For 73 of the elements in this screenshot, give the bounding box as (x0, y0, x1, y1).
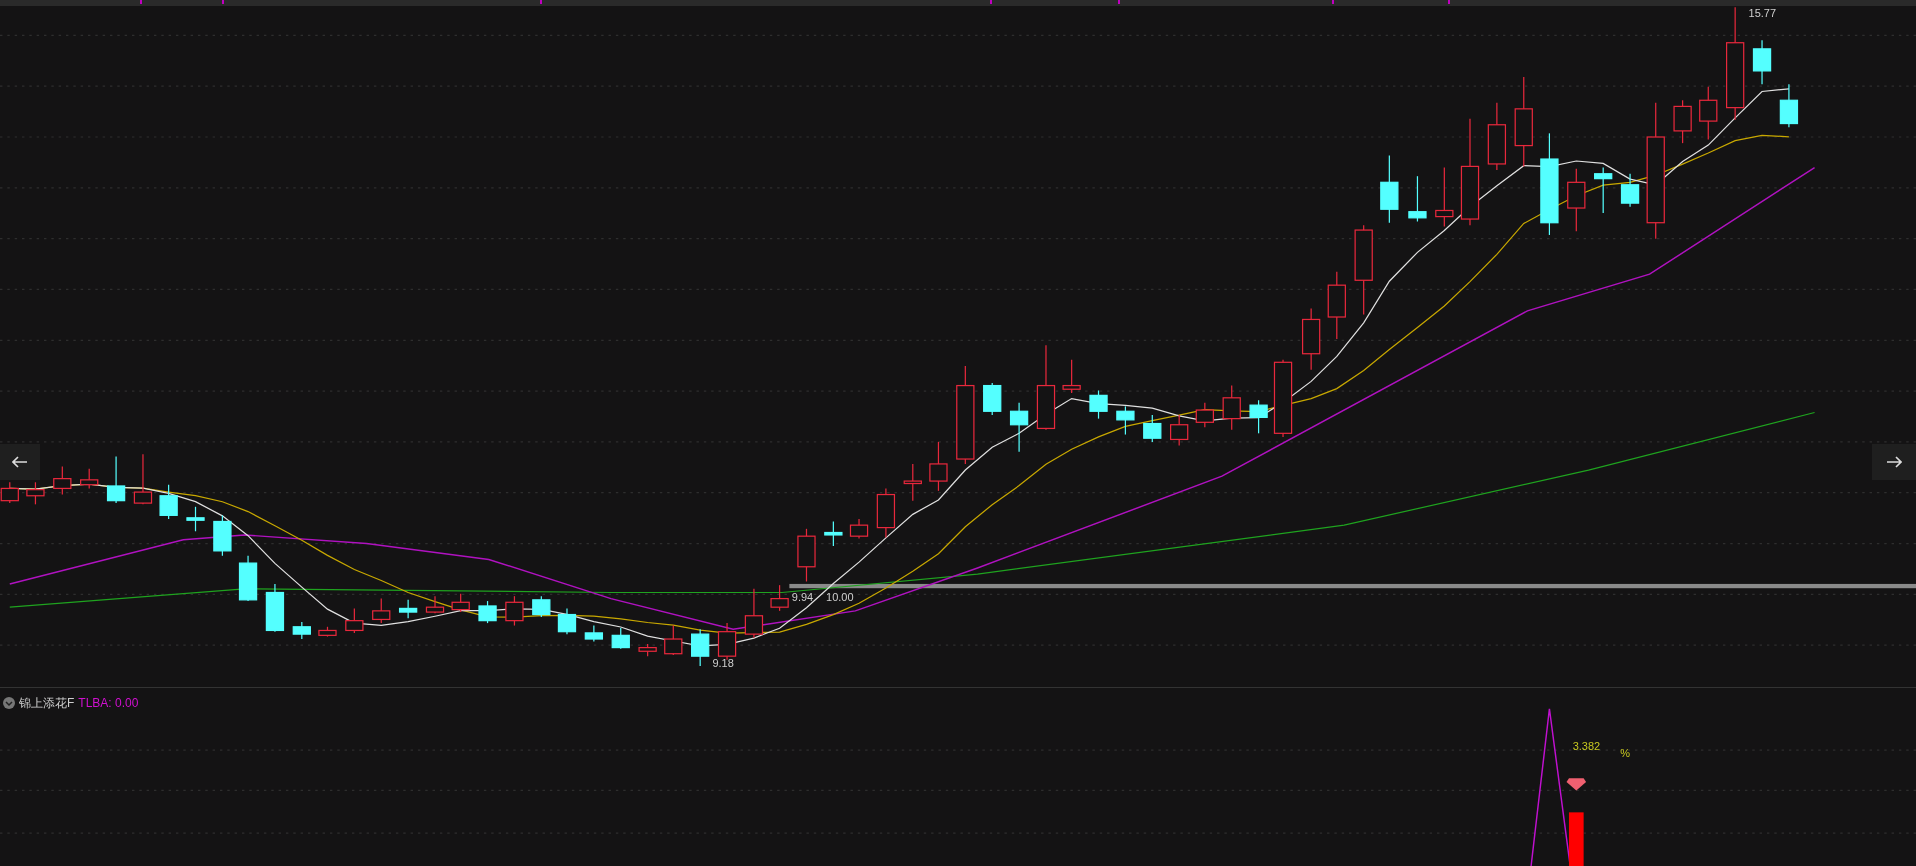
candlestick (505, 595, 524, 627)
candlestick (1487, 102, 1507, 171)
candlestick (1089, 389, 1108, 420)
candlestick (584, 624, 604, 643)
candlestick (1195, 402, 1214, 428)
candlestick (638, 643, 657, 657)
candlestick (770, 584, 789, 612)
candlestick (292, 621, 311, 640)
candlestick (983, 382, 1002, 416)
candlestick (1699, 86, 1718, 141)
candlestick (1673, 99, 1692, 144)
candlestick (717, 622, 737, 661)
candlestick (532, 595, 551, 618)
indicator-value: 3.382 (1572, 740, 1601, 753)
candlestick (80, 468, 99, 490)
indicator-reading: TLBA: 0.00 (78, 695, 139, 712)
candlestick (797, 528, 816, 583)
left-arrow-icon (12, 456, 28, 468)
price-label: 10.00 (826, 591, 854, 604)
candlestick (929, 441, 948, 492)
candlestick (451, 593, 470, 613)
gem-icon (1566, 778, 1587, 791)
candlestick (1327, 271, 1346, 340)
candlestick (372, 598, 391, 624)
candlestick (238, 555, 258, 602)
right-arrow-icon (1886, 456, 1902, 468)
candlestick (213, 514, 232, 557)
candlestick (159, 484, 178, 520)
candlestick (425, 595, 445, 614)
price-label: 9.94 (791, 591, 814, 604)
candlestick (1567, 168, 1586, 232)
candlestick (1620, 173, 1640, 208)
candlestick (133, 453, 153, 505)
candlestick (1594, 167, 1613, 214)
candlestick (1009, 402, 1029, 453)
indicator-name: 锦上添花F (19, 695, 75, 712)
candlestick (106, 455, 126, 504)
candlestick (1143, 414, 1162, 443)
candlestick (557, 607, 577, 635)
candlestick (1302, 307, 1321, 371)
candlestick (186, 506, 205, 532)
previous-arrow-button[interactable] (0, 444, 40, 480)
candlestick (849, 518, 869, 540)
candlestick (1408, 175, 1427, 223)
candlestick (53, 465, 72, 496)
candlestick (1435, 167, 1454, 227)
high-price-label: 15.77 (1748, 7, 1777, 19)
candlestick (318, 626, 337, 638)
candlestick (1249, 399, 1268, 434)
candlestick (26, 481, 45, 505)
candlestick (1779, 83, 1799, 128)
candlestick (345, 607, 364, 634)
candlestick (824, 520, 843, 547)
low-price-label: 9.18 (712, 657, 734, 670)
candlestick (744, 588, 764, 639)
candlestick (903, 463, 922, 502)
candlestick (1116, 405, 1135, 436)
percent-sign: % (1620, 747, 1631, 760)
candlestick (478, 600, 497, 624)
candlestick (611, 627, 630, 650)
candlestick (1752, 39, 1772, 85)
candlestick (1222, 384, 1241, 431)
candlestick (1062, 359, 1081, 394)
candlestick (1170, 414, 1189, 447)
candlestick (1380, 154, 1399, 224)
candlestick (691, 628, 710, 667)
indicator-bar (1568, 812, 1584, 866)
candlestick (265, 583, 285, 633)
candlestick (876, 487, 896, 538)
collapse-icon[interactable] (3, 697, 15, 709)
next-arrow-button[interactable] (1872, 444, 1916, 480)
candlestick (664, 624, 683, 656)
candlestick (398, 599, 418, 619)
